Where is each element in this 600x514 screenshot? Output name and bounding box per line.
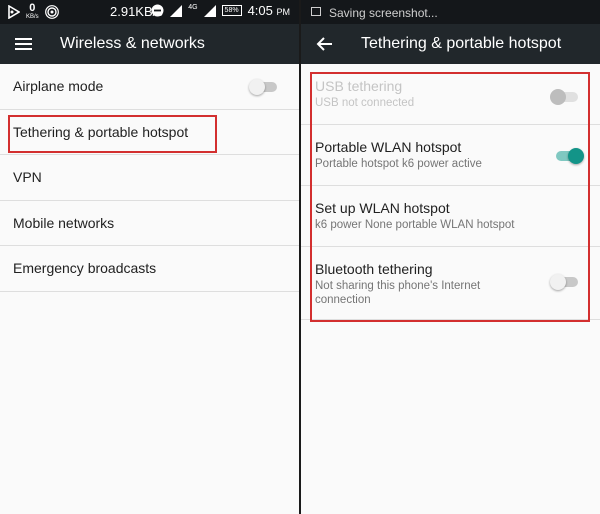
row-label: Airplane mode bbox=[13, 78, 104, 94]
hotspot-icon bbox=[44, 4, 59, 19]
settings-list: Airplane mode Tethering & portable hotsp… bbox=[0, 64, 300, 292]
tethering-settings-list: USB tethering USB not connected Portable… bbox=[301, 64, 600, 320]
left-screen: 0 KB/s 2.91KB/s 4G 58% 4:05 PM Wireless … bbox=[0, 0, 300, 514]
status-bar: Saving screenshot... bbox=[301, 0, 600, 24]
status-bar: 0 KB/s 2.91KB/s 4G 58% 4:05 PM bbox=[0, 0, 300, 24]
row-summary: Portable hotspot k6 power active bbox=[315, 158, 482, 170]
vpn-row[interactable]: VPN bbox=[0, 155, 300, 201]
airplane-mode-toggle[interactable] bbox=[249, 78, 279, 96]
page-title: Wireless & networks bbox=[60, 35, 205, 52]
row-label: Bluetooth tethering bbox=[315, 261, 433, 277]
mobile-networks-row[interactable]: Mobile networks bbox=[0, 200, 300, 247]
battery-icon: 58% bbox=[221, 5, 242, 16]
bluetooth-tethering-row[interactable]: Bluetooth tethering Not sharing this pho… bbox=[301, 247, 600, 320]
clock: 4:05 PM bbox=[247, 3, 290, 18]
screenshot-image-icon bbox=[311, 7, 321, 16]
page-title: Tethering & portable hotspot bbox=[361, 35, 562, 52]
app-notification-icon bbox=[8, 4, 20, 19]
portable-wlan-hotspot-row[interactable]: Portable WLAN hotspot Portable hotspot k… bbox=[301, 125, 600, 186]
app-bar: Wireless & networks bbox=[0, 24, 300, 64]
saving-screenshot-text: Saving screenshot... bbox=[329, 6, 438, 20]
row-summary: k6 power None portable WLAN hotspot bbox=[315, 219, 515, 231]
row-label: Mobile networks bbox=[13, 214, 115, 231]
row-label: Portable WLAN hotspot bbox=[315, 139, 462, 155]
right-screen: Saving screenshot... Tethering & portabl… bbox=[301, 0, 600, 514]
app-bar: Tethering & portable hotspot bbox=[301, 24, 600, 64]
portable-wlan-hotspot-toggle[interactable] bbox=[554, 147, 584, 165]
4g-label: 4G bbox=[188, 4, 198, 11]
row-summary: USB not connected bbox=[315, 97, 415, 109]
do-not-disturb-icon bbox=[151, 4, 164, 17]
row-label: Tethering & portable hotspot bbox=[13, 123, 189, 140]
back-arrow-icon[interactable] bbox=[315, 34, 335, 54]
usb-tethering-toggle bbox=[550, 88, 580, 106]
row-label: USB tethering bbox=[315, 78, 403, 94]
signal-icon bbox=[170, 4, 183, 17]
airplane-mode-row[interactable]: Airplane mode bbox=[0, 64, 300, 110]
row-label: Emergency broadcasts bbox=[13, 260, 157, 277]
usb-tethering-row: USB tethering USB not connected bbox=[301, 64, 600, 125]
hamburger-menu-icon[interactable] bbox=[14, 34, 34, 54]
row-label: VPN bbox=[13, 169, 42, 186]
emergency-broadcasts-row[interactable]: Emergency broadcasts bbox=[0, 246, 300, 292]
bluetooth-tethering-toggle[interactable] bbox=[550, 273, 580, 291]
row-summary: Not sharing this phone's Internet connec… bbox=[315, 280, 481, 306]
tethering-hotspot-row[interactable]: Tethering & portable hotspot bbox=[0, 109, 300, 156]
network-speed-indicator: 0 KB/s bbox=[26, 2, 39, 21]
row-label: Set up WLAN hotspot bbox=[315, 200, 450, 216]
signal-icon-2 bbox=[203, 4, 216, 17]
setup-wlan-hotspot-row[interactable]: Set up WLAN hotspot k6 power None portab… bbox=[301, 186, 600, 247]
